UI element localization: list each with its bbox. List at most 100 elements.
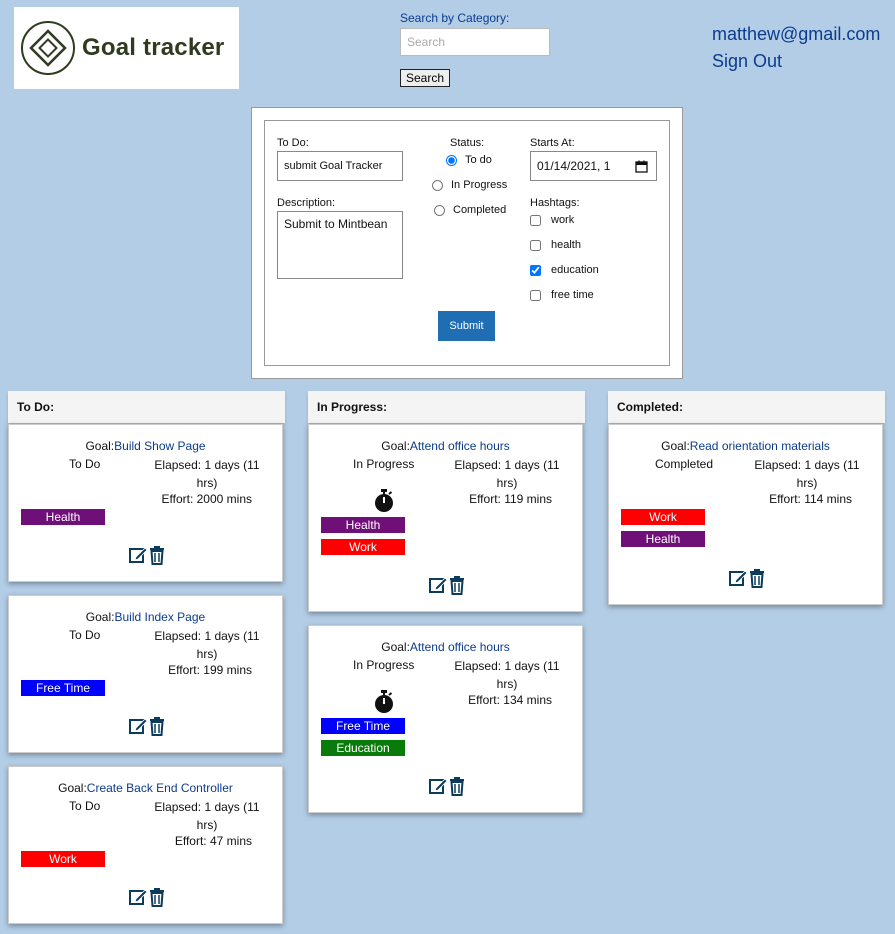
card-elapsed: Elapsed: 1 days (11 hrs): [154, 800, 260, 832]
trash-icon[interactable]: [449, 575, 465, 595]
card-effort: Effort: 114 mins: [769, 492, 852, 506]
goal-card: Goal:Attend office hours In Progress Elaps…: [308, 424, 583, 612]
trash-icon[interactable]: [149, 887, 165, 907]
card-goal-link[interactable]: Create Back End Controller: [87, 781, 233, 795]
hashtag-option-label: work: [551, 214, 575, 226]
status-option-in-progress[interactable]: In Progress: [432, 179, 507, 191]
card-elapsed: Elapsed: 1 days (11 hrs): [154, 629, 260, 661]
card-goal-link[interactable]: Build Show Page: [114, 439, 205, 453]
card-status: To Do: [69, 457, 101, 471]
card-effort: Effort: 47 mins: [174, 834, 252, 848]
card-goal-prefix: Goal:: [381, 439, 410, 453]
hashtag-checkbox-education[interactable]: [530, 264, 541, 276]
trash-icon[interactable]: [449, 776, 465, 796]
hashtag-badge: Health: [21, 509, 105, 525]
starts-at-label: Starts At:: [530, 137, 575, 149]
status-option-completed[interactable]: Completed: [434, 204, 506, 216]
edit-icon[interactable]: [128, 716, 148, 736]
edit-icon[interactable]: [728, 568, 748, 588]
card-goal-link[interactable]: Attend office hours: [410, 640, 510, 654]
description-textarea[interactable]: Submit to Mintbean: [277, 211, 403, 279]
starts-at-value: 01/14/2021, 1: [537, 159, 611, 173]
card-goal-prefix: Goal:: [661, 439, 690, 453]
status-label: Status:: [450, 137, 485, 149]
card-status: In Progress: [353, 658, 415, 672]
calendar-icon[interactable]: [635, 160, 648, 173]
card-status: In Progress: [353, 457, 415, 471]
logo-text: Goal tracker: [82, 34, 225, 61]
status-radio-in-progress[interactable]: [432, 179, 443, 191]
search-label: Search by Category:: [400, 11, 510, 25]
card-goal: Goal:Attend office hours: [309, 439, 582, 453]
user-email: matthew@gmail.com: [712, 24, 881, 44]
status-option-label: Completed: [453, 204, 507, 216]
card-status: To Do: [69, 799, 101, 813]
diamond-logo-icon: [21, 21, 75, 75]
column-header-completed: Completed:: [608, 391, 885, 423]
column-header-in-progress: In Progress:: [308, 391, 585, 423]
description-label: Description:: [277, 197, 336, 209]
card-effort: Effort: 2000 mins: [161, 492, 253, 506]
card-actions: [128, 887, 165, 907]
search-input[interactable]: [400, 28, 550, 56]
card-elapsed: Elapsed: 1 days (11 hrs): [454, 458, 560, 490]
status-option-todo[interactable]: To do: [446, 154, 492, 166]
sign-out-link[interactable]: Sign Out: [712, 51, 782, 72]
card-elapsed: Elapsed: 1 days (11 hrs): [754, 458, 860, 490]
card-actions: [428, 575, 465, 595]
status-option-label: In Progress: [451, 179, 508, 191]
hashtag-option-work[interactable]: work: [530, 214, 574, 226]
card-goal: Goal:Build Show Page: [9, 439, 282, 453]
stopwatch-icon: [374, 489, 394, 518]
hashtags-label: Hashtags:: [530, 197, 580, 209]
hashtag-option-label: health: [551, 239, 581, 251]
hashtag-badge: Education: [321, 740, 405, 756]
hashtag-badge: Health: [321, 517, 405, 533]
hashtag-checkbox-health[interactable]: [530, 239, 541, 251]
starts-at-input[interactable]: 01/14/2021, 1: [530, 151, 657, 181]
stopwatch-icon: [374, 690, 394, 719]
hashtag-option-label: education: [551, 264, 599, 276]
status-option-label: To do: [465, 154, 492, 166]
todo-input[interactable]: [277, 151, 403, 181]
card-effort: Effort: 199 mins: [168, 663, 252, 677]
card-goal-prefix: Goal:: [85, 610, 115, 624]
card-actions: [128, 716, 165, 736]
todo-label: To Do:: [277, 137, 309, 149]
trash-icon[interactable]: [749, 568, 765, 588]
status-radio-completed[interactable]: [434, 204, 445, 216]
hashtag-checkbox-work[interactable]: [530, 214, 541, 226]
edit-icon[interactable]: [428, 575, 448, 595]
column-header-todo: To Do:: [8, 391, 285, 423]
hashtag-badge: Free Time: [321, 718, 405, 734]
hashtag-option-education[interactable]: education: [530, 264, 599, 276]
hashtag-badge: Work: [621, 509, 705, 525]
goal-card: Goal:Read orientation materials Completed…: [608, 424, 883, 605]
edit-icon[interactable]: [428, 776, 448, 796]
goal-card: Goal:Build Index Page To Do Elapsed: 1 day…: [8, 595, 283, 753]
trash-icon[interactable]: [149, 545, 165, 565]
hashtag-option-label: free time: [551, 289, 594, 301]
edit-icon[interactable]: [128, 545, 148, 565]
goal-card: Goal:Attend office hours In Progress Elaps…: [308, 625, 583, 813]
hashtag-badge: Work: [21, 851, 105, 867]
card-effort: Effort: 134 mins: [468, 693, 552, 707]
card-effort: Effort: 119 mins: [469, 492, 552, 506]
hashtag-checkbox-free-time[interactable]: [530, 289, 541, 301]
search-button[interactable]: Search: [400, 69, 450, 87]
hashtag-option-health[interactable]: health: [530, 239, 581, 251]
submit-button[interactable]: Submit: [438, 311, 495, 341]
card-status: Completed: [655, 457, 714, 471]
trash-icon[interactable]: [149, 716, 165, 736]
card-actions: [728, 568, 765, 588]
status-radio-todo[interactable]: [446, 154, 457, 166]
card-status: To Do: [69, 628, 101, 642]
hashtag-option-free-time[interactable]: free time: [530, 289, 594, 301]
card-goal-link[interactable]: Attend office hours: [410, 439, 510, 453]
card-actions: [428, 776, 465, 796]
card-goal-link[interactable]: Read orientation materials: [690, 439, 830, 453]
goal-card: Goal:Create Back End Controller To Do Elap…: [8, 766, 283, 924]
edit-icon[interactable]: [128, 887, 148, 907]
card-goal-link[interactable]: Build Index Page: [114, 610, 205, 624]
app-logo: Goal tracker: [14, 7, 239, 89]
